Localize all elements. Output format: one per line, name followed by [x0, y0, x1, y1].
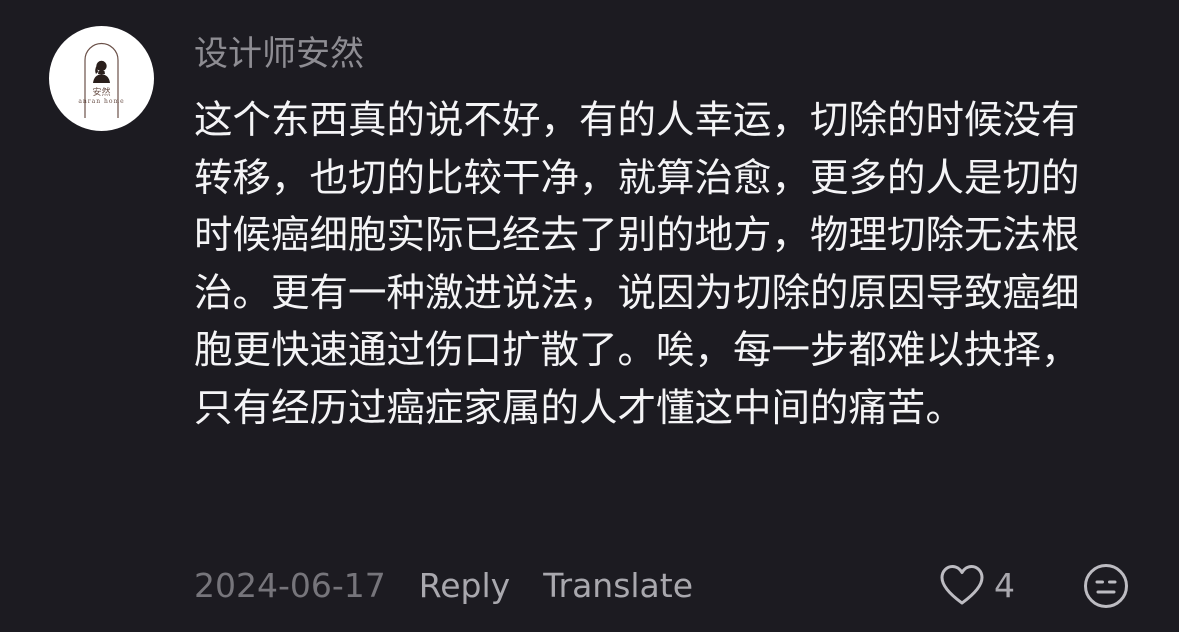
like-button[interactable]: 4: [938, 562, 1015, 608]
dislike-button[interactable]: [1083, 563, 1129, 609]
reply-button[interactable]: Reply: [419, 566, 510, 605]
comment-text: 这个东西真的说不好，有的人幸运，切除的时候没有转移，也切的比较干净，就算治愈，更…: [194, 98, 1080, 431]
avatar[interactable]: 安然 anran home: [49, 26, 154, 131]
comment-username[interactable]: 设计师安然: [194, 30, 364, 78]
avatar-label-en: anran home: [78, 98, 125, 105]
translate-button[interactable]: Translate: [543, 566, 693, 605]
comment-item: 安然 anran home 设计师安然 这个东西真的说不好，有的人幸运，切除的时…: [0, 0, 1179, 632]
comment-meta: 2024-06-17 Reply Translate: [194, 560, 726, 610]
avatar-label-cn: 安然: [92, 88, 111, 98]
heart-outline-icon: [940, 565, 984, 605]
like-count: 4: [994, 565, 1015, 605]
neutral-face-icon: [1084, 564, 1128, 608]
comment-date: 2024-06-17: [194, 565, 386, 605]
avatar-logo: [84, 42, 119, 118]
